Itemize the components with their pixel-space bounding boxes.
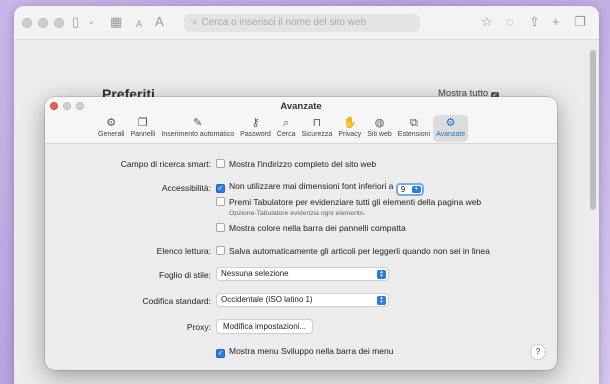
scrollbar[interactable]: [590, 50, 596, 210]
preferences-header: Avanzate ⚙ Generali ❐ Pannelli ✎ Inseriment…: [45, 97, 557, 144]
smart-search-label: Campo di ricerca smart:: [120, 159, 211, 169]
chevron-updown-icon: ▴ ▾: [377, 269, 386, 279]
min-font-size-value: 9: [400, 185, 406, 194]
reading-list-option-label: Salva automaticamente gli articoli per l…: [229, 246, 490, 256]
proxy-settings-button[interactable]: Modifica impostazioni...: [217, 320, 313, 333]
stylesheet-select[interactable]: Nessuna selezione ▴ ▾: [217, 268, 388, 280]
tab-label: Avanzate: [436, 131, 466, 138]
search-icon: ⌕: [192, 17, 198, 28]
tab-label: Password: [240, 131, 271, 138]
tab-highlight-hint: Opzione-Tabulatore evidenzia ogni elemen…: [229, 210, 366, 217]
min-font-option[interactable]: ✓ Non utilizzare mai dimensioni font infe…: [216, 181, 424, 196]
zoom-button[interactable]: [54, 18, 64, 28]
compact-tab-color-option[interactable]: Mostra colore nella barra dei pannelli c…: [216, 223, 406, 233]
reading-list-option[interactable]: Salva automaticamente gli articoli per l…: [216, 246, 490, 256]
reading-list-label: Elenco lettura:: [156, 246, 211, 256]
new-tab-icon[interactable]: +: [552, 14, 560, 30]
address-bar[interactable]: ⌕ Cerca o inserisci il nome del sito web: [184, 14, 420, 32]
search-icon: ⌕: [283, 117, 290, 129]
tab-highlight-option-label: Premi Tabulatore per evidenziare tutti g…: [229, 197, 482, 207]
star-icon[interactable]: ☆: [481, 14, 493, 30]
share-icon[interactable]: ⇧: [529, 14, 540, 30]
tab-cerca[interactable]: ⌕ Cerca: [274, 115, 299, 142]
puzzle-icon: ⧉: [410, 117, 418, 129]
tabs-icon: ❐: [137, 117, 148, 129]
font-smaller-button[interactable]: A: [136, 16, 142, 32]
accessibility-label: Accessibilità:: [161, 183, 211, 193]
develop-menu-option-label: Mostra menu Sviluppo nella barra dei men…: [229, 346, 394, 356]
hand-icon: ✋: [342, 117, 357, 129]
gear-icon: ⚙: [106, 117, 117, 129]
tab-overview-icon[interactable]: ❐: [574, 14, 586, 30]
globe-icon: ◍: [374, 117, 385, 129]
tab-estensioni[interactable]: ⧉ Estensioni: [395, 115, 433, 142]
tab-label: Generali: [98, 131, 125, 138]
safari-toolbar: ▯ ⌄ ▦ A A ⌕ Cerca o inserisci il nome del…: [14, 6, 599, 40]
tab-label: Inserimento automatico: [161, 131, 235, 138]
autofill-icon: ✎: [193, 117, 203, 129]
advanced-gears-icon: ⚙: [445, 117, 456, 129]
minimize-button[interactable]: [38, 18, 48, 28]
privacy-report-icon[interactable]: ◌: [506, 14, 514, 30]
lock-icon: ⊓: [312, 117, 322, 129]
compact-tab-color-checkbox[interactable]: [216, 223, 225, 232]
proxy-label: Proxy:: [186, 322, 211, 332]
reader-grid-icon[interactable]: ▦: [110, 14, 122, 30]
smart-search-checkbox[interactable]: [216, 159, 225, 168]
chevron-down-icon[interactable]: ⌄: [88, 14, 95, 30]
tab-password[interactable]: ⚷ Password: [237, 115, 274, 142]
chevron-updown-icon: ▴ ▾: [377, 295, 386, 305]
reading-list-checkbox[interactable]: [216, 246, 225, 255]
encoding-value: Occidentale (ISO latino 1): [221, 295, 313, 304]
min-font-size-select[interactable]: 9 ▾: [395, 183, 424, 196]
tab-privacy[interactable]: ✋ Privacy: [335, 115, 364, 142]
min-font-option-label: Non utilizzare mai dimensioni font infer…: [229, 181, 394, 191]
develop-menu-option[interactable]: ✓ Mostra menu Sviluppo nella barra dei me…: [216, 346, 393, 358]
min-font-checkbox[interactable]: ✓: [216, 184, 225, 193]
font-larger-button[interactable]: A: [155, 14, 164, 30]
chevron-down-icon: ▾: [411, 186, 421, 193]
tab-label: Estensioni: [397, 131, 431, 138]
address-placeholder: Cerca o inserisci il nome del sito web: [201, 17, 367, 28]
encoding-label: Codifica standard:: [142, 296, 211, 306]
tab-pannelli[interactable]: ❐ Pannelli: [127, 115, 158, 142]
key-icon: ⚷: [251, 117, 260, 129]
stylesheet-value: Nessuna selezione: [221, 269, 289, 278]
preferences-window: Avanzate ⚙ Generali ❐ Pannelli ✎ Inseriment…: [45, 97, 557, 370]
tab-label: Pannelli: [130, 131, 156, 138]
sidebar-icon[interactable]: ▯: [72, 14, 79, 30]
develop-menu-checkbox[interactable]: ✓: [216, 349, 225, 358]
window-controls: [22, 18, 64, 28]
tab-avanzate[interactable]: ⚙ Avanzate: [433, 115, 469, 142]
tab-label: Sicurezza: [301, 131, 333, 138]
smart-search-option-label: Mostra l'indirizzo completo del sito web: [229, 159, 377, 169]
preferences-tabs: ⚙ Generali ❐ Pannelli ✎ Inserimento automat…: [95, 115, 469, 142]
tab-generali[interactable]: ⚙ Generali: [95, 115, 127, 142]
tab-sicurezza[interactable]: ⊓ Sicurezza: [299, 115, 336, 142]
tab-highlight-option[interactable]: Premi Tabulatore per evidenziare tutti g…: [216, 197, 481, 207]
tab-siti-web[interactable]: ◍ Siti web: [364, 115, 395, 142]
compact-tab-color-option-label: Mostra colore nella barra dei pannelli c…: [229, 223, 406, 233]
preferences-title: Avanzate: [280, 101, 322, 112]
encoding-select[interactable]: Occidentale (ISO latino 1) ▴ ▾: [217, 294, 388, 306]
tab-label: Privacy: [338, 131, 362, 138]
help-button[interactable]: ?: [531, 345, 545, 359]
tab-highlight-checkbox[interactable]: [216, 197, 225, 206]
close-button[interactable]: [22, 18, 32, 28]
tab-label: Siti web: [367, 131, 392, 138]
smart-search-option[interactable]: Mostra l'indirizzo completo del sito web: [216, 159, 376, 169]
tab-inserimento-automatico[interactable]: ✎ Inserimento automatico: [158, 115, 237, 142]
tab-label: Cerca: [276, 131, 296, 138]
stylesheet-label: Foglio di stile:: [159, 270, 211, 280]
